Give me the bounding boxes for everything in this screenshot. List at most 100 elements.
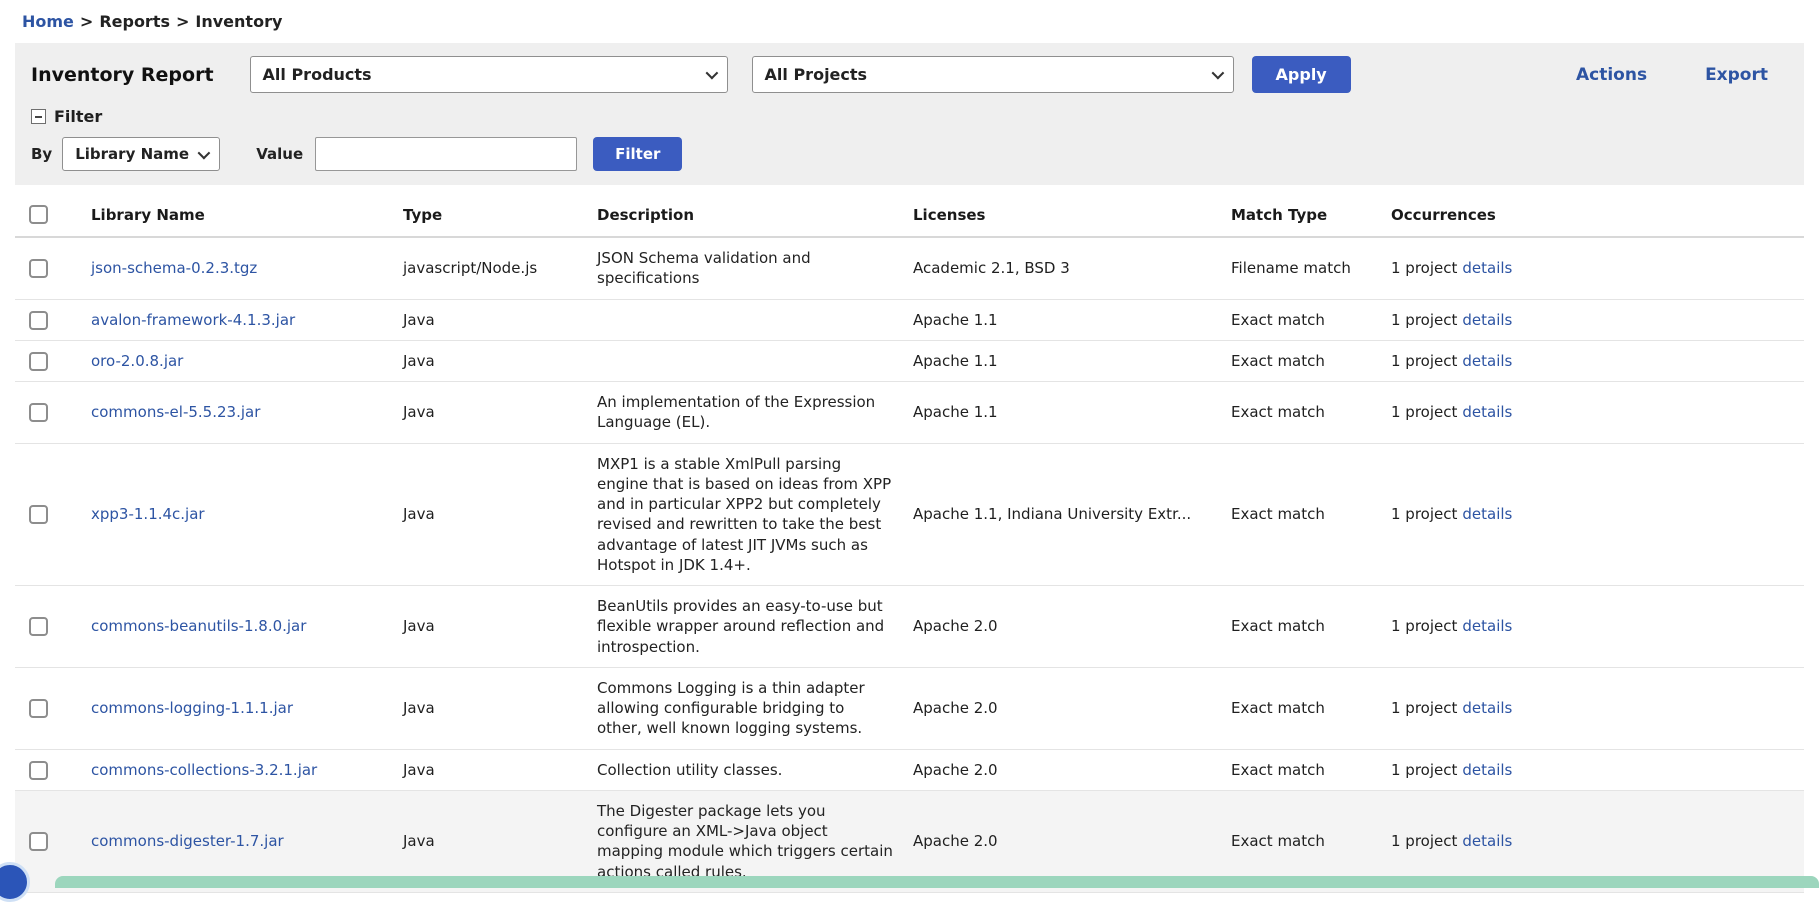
products-select[interactable]: All Products — [250, 56, 728, 93]
occurrences-count: 1 project — [1391, 403, 1457, 421]
header-occurrences[interactable]: Occurrences — [1381, 191, 1804, 237]
library-name-link[interactable]: xpp3-1.1.4c.jar — [91, 505, 205, 523]
table-row: commons-beanutils-1.8.0.jar Java BeanUti… — [15, 586, 1804, 668]
bottom-panel-edge — [55, 876, 1819, 888]
details-link[interactable]: details — [1462, 505, 1512, 523]
breadcrumb-current: Inventory — [195, 12, 282, 31]
library-name-link[interactable]: commons-logging-1.1.1.jar — [91, 699, 293, 717]
library-name-link[interactable]: commons-beanutils-1.8.0.jar — [91, 617, 306, 635]
occurrences-count: 1 project — [1391, 505, 1457, 523]
library-name-link[interactable]: commons-el-5.5.23.jar — [91, 403, 260, 421]
match-type-cell: Exact match — [1221, 443, 1381, 586]
breadcrumb-reports[interactable]: Reports — [99, 12, 170, 31]
report-toolbar-panel: Inventory Report All Products All Projec… — [15, 43, 1804, 185]
occurrences-count: 1 project — [1391, 311, 1457, 329]
breadcrumb-separator: > — [176, 12, 189, 31]
header-library-name[interactable]: Library Name — [81, 191, 393, 237]
occurrences-count: 1 project — [1391, 699, 1457, 717]
type-cell: Java — [393, 382, 587, 444]
match-type-cell: Exact match — [1221, 586, 1381, 668]
match-type-cell: Filename match — [1221, 237, 1381, 299]
breadcrumb-separator: > — [80, 12, 93, 31]
table-row: commons-el-5.5.23.jar Java An implementa… — [15, 382, 1804, 444]
row-checkbox[interactable] — [29, 699, 48, 718]
filter-by-select[interactable]: Library Name — [62, 137, 220, 171]
filter-by-select-value: Library Name — [75, 145, 189, 163]
licenses-cell: Apache 1.1 — [903, 299, 1221, 340]
description-cell: Collection utility classes. — [587, 749, 903, 790]
chevron-down-icon — [705, 67, 718, 80]
description-cell — [587, 299, 903, 340]
projects-select[interactable]: All Projects — [752, 56, 1234, 93]
row-checkbox[interactable] — [29, 352, 48, 371]
licenses-cell: Academic 2.1, BSD 3 — [903, 237, 1221, 299]
occurrences-count: 1 project — [1391, 259, 1457, 277]
table-row: oro-2.0.8.jar Java Apache 1.1 Exact matc… — [15, 340, 1804, 381]
licenses-cell: Apache 2.0 — [903, 586, 1221, 668]
type-cell: Java — [393, 340, 587, 381]
row-checkbox[interactable] — [29, 617, 48, 636]
export-link[interactable]: Export — [1705, 65, 1768, 85]
inventory-table: Library Name Type Description Licenses M… — [15, 191, 1804, 893]
description-cell: MXP1 is a stable XmlPull parsing engine … — [587, 443, 903, 586]
details-link[interactable]: details — [1462, 311, 1512, 329]
table-row: avalon-framework-4.1.3.jar Java Apache 1… — [15, 299, 1804, 340]
header-type[interactable]: Type — [393, 191, 587, 237]
filter-value-input[interactable] — [315, 137, 577, 171]
details-link[interactable]: details — [1462, 259, 1512, 277]
type-cell: Java — [393, 299, 587, 340]
details-link[interactable]: details — [1462, 403, 1512, 421]
library-name-link[interactable]: commons-collections-3.2.1.jar — [91, 761, 317, 779]
table-row: xpp3-1.1.4c.jar Java MXP1 is a stable Xm… — [15, 443, 1804, 586]
details-link[interactable]: details — [1462, 761, 1512, 779]
library-name-link[interactable]: commons-digester-1.7.jar — [91, 832, 284, 850]
occurrences-count: 1 project — [1391, 617, 1457, 635]
filter-value-label: Value — [256, 145, 303, 163]
library-name-link[interactable]: json-schema-0.2.3.tgz — [91, 259, 257, 277]
filter-button[interactable]: Filter — [593, 137, 682, 171]
match-type-cell: Exact match — [1221, 299, 1381, 340]
details-link[interactable]: details — [1462, 617, 1512, 635]
details-link[interactable]: details — [1462, 352, 1512, 370]
chevron-down-icon — [1211, 67, 1224, 80]
licenses-cell: Apache 2.0 — [903, 749, 1221, 790]
description-cell — [587, 340, 903, 381]
details-link[interactable]: details — [1462, 832, 1512, 850]
description-cell: JSON Schema validation and specification… — [587, 237, 903, 299]
type-cell: Java — [393, 667, 587, 749]
apply-button[interactable]: Apply — [1252, 56, 1351, 93]
occurrences-count: 1 project — [1391, 761, 1457, 779]
header-licenses[interactable]: Licenses — [903, 191, 1221, 237]
description-cell: BeanUtils provides an easy-to-use but fl… — [587, 586, 903, 668]
match-type-cell: Exact match — [1221, 667, 1381, 749]
table-row: commons-collections-3.2.1.jar Java Colle… — [15, 749, 1804, 790]
row-checkbox[interactable] — [29, 403, 48, 422]
library-name-link[interactable]: oro-2.0.8.jar — [91, 352, 183, 370]
licenses-cell: Apache 1.1, Indiana University Extr... — [903, 443, 1221, 586]
header-match-type[interactable]: Match Type — [1221, 191, 1381, 237]
details-link[interactable]: details — [1462, 699, 1512, 717]
type-cell: Java — [393, 443, 587, 586]
row-checkbox[interactable] — [29, 832, 48, 851]
type-cell: javascript/Node.js — [393, 237, 587, 299]
filter-by-label: By — [31, 145, 52, 163]
filter-section-label: Filter — [54, 107, 102, 126]
licenses-cell: Apache 2.0 — [903, 667, 1221, 749]
match-type-cell: Exact match — [1221, 382, 1381, 444]
collapse-filter-icon[interactable] — [31, 109, 46, 124]
row-checkbox[interactable] — [29, 311, 48, 330]
row-checkbox[interactable] — [29, 259, 48, 278]
description-cell: Commons Logging is a thin adapter allowi… — [587, 667, 903, 749]
products-select-value: All Products — [263, 65, 372, 84]
row-checkbox[interactable] — [29, 761, 48, 780]
actions-link[interactable]: Actions — [1576, 65, 1647, 85]
table-row: commons-logging-1.1.1.jar Java Commons L… — [15, 667, 1804, 749]
chevron-down-icon — [198, 146, 211, 159]
match-type-cell: Exact match — [1221, 749, 1381, 790]
breadcrumb-home-link[interactable]: Home — [22, 12, 74, 31]
row-checkbox[interactable] — [29, 505, 48, 524]
type-cell: Java — [393, 749, 587, 790]
header-description[interactable]: Description — [587, 191, 903, 237]
library-name-link[interactable]: avalon-framework-4.1.3.jar — [91, 311, 295, 329]
select-all-checkbox[interactable] — [29, 205, 48, 224]
